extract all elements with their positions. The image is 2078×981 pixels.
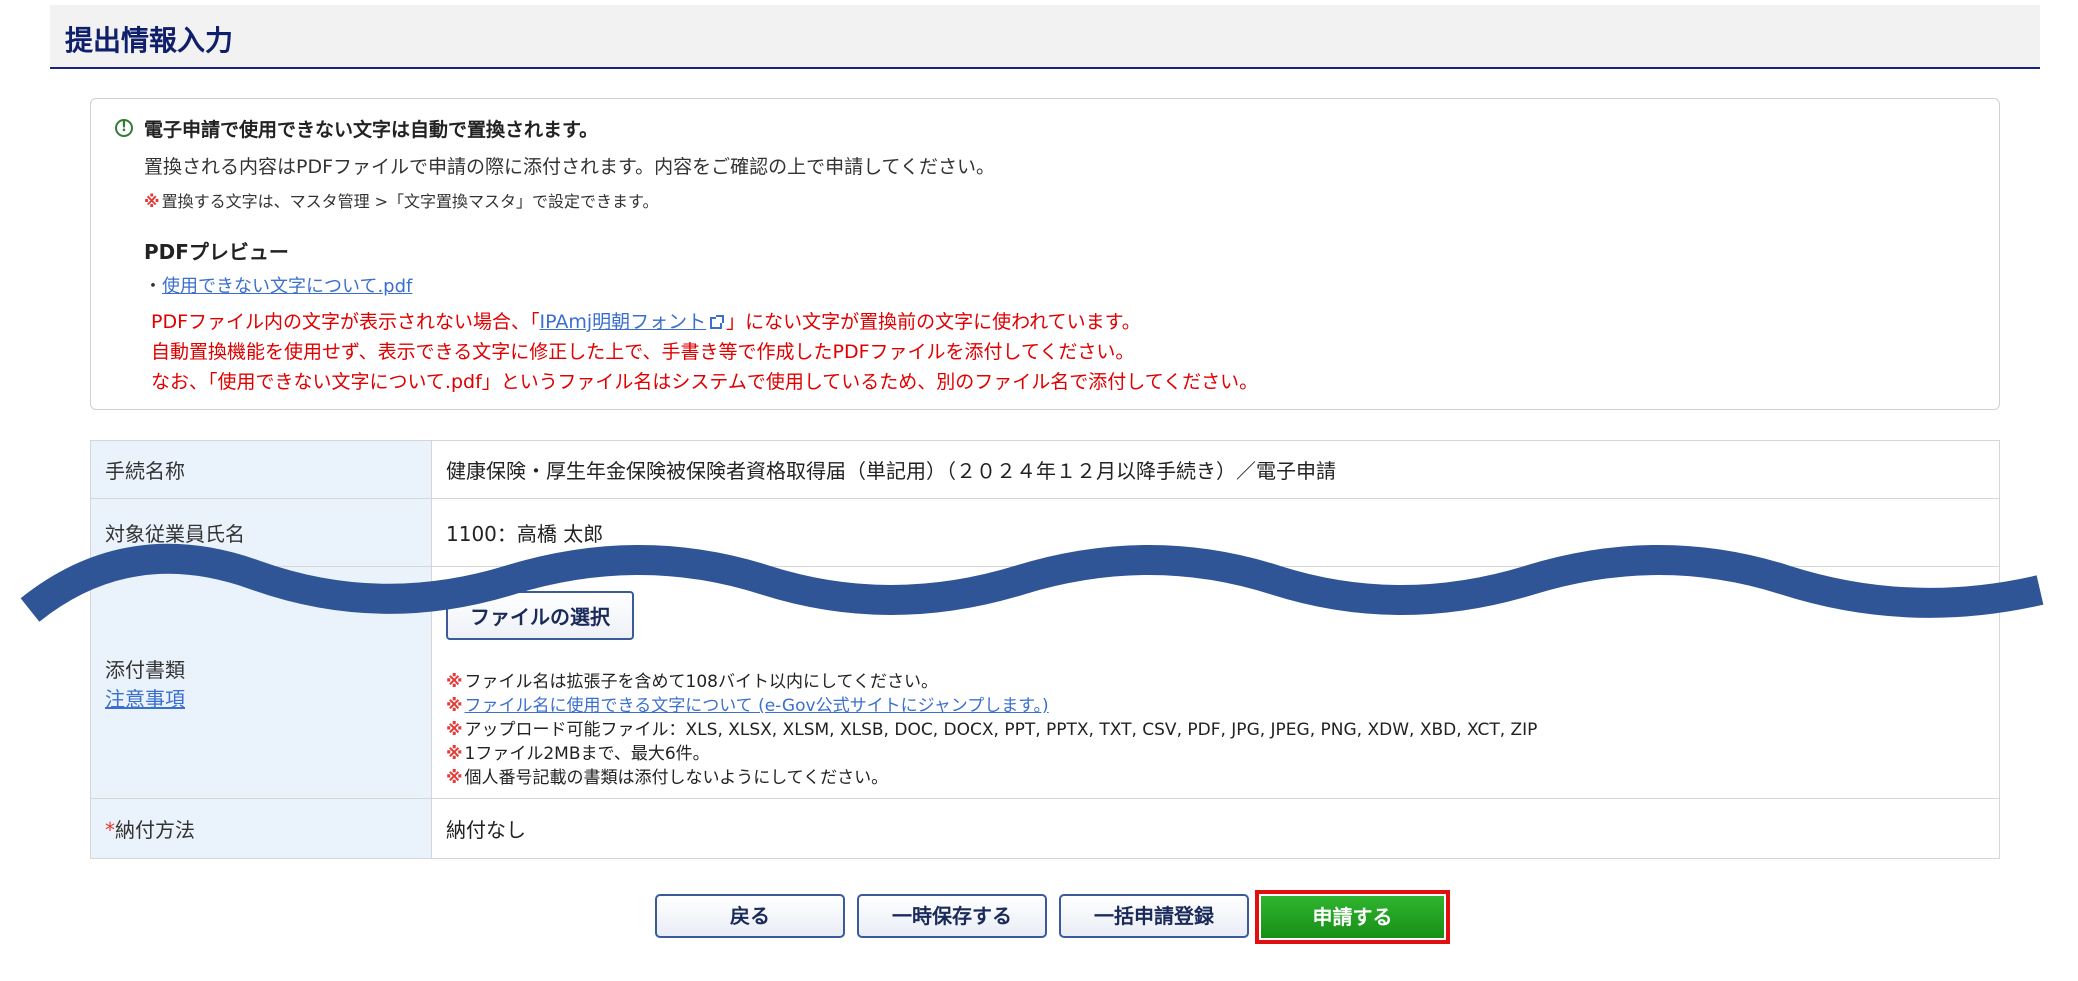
row-value-procedure: 健康保険・厚生年金保険被保険者資格取得届（単記用）（２０２４年１２月以降手続き）… [431,440,2000,499]
info-icon: ! [115,119,133,137]
required-mark: * [105,818,115,842]
back-button[interactable]: 戻る [655,894,845,938]
table-row: *納付方法 納付なし [90,798,2000,859]
note-item: ※ 1ファイル2MBまで、最大6件。 [446,742,1985,766]
notice-title: 電子申請で使用できない文字は自動で置換されます。 [144,119,599,141]
red-line-1: PDFファイル内の文字が表示されない場合、「IPAmj明朝フォント 」にない文字が… [151,307,1141,334]
note-text: アップロード可能ファイル：XLS, XLSX, XLSM, XLSB, DOC,… [464,720,1538,740]
red1-pre: PDFファイル内の文字が表示されない場合、「 [151,311,540,333]
form-table: 手続名称 健康保険・厚生年金保険被保険者資格取得届（単記用）（２０２４年１２月以… [90,440,2000,859]
external-link-icon [710,315,725,329]
table-row: 手続名称 健康保険・厚生年金保険被保険者資格取得届（単記用）（２０２４年１２月以… [90,440,2000,499]
table-row: 対象従業員氏名 1100：高橋 太郎 [90,498,2000,567]
note-mark: ※ [446,672,463,692]
note-mark: ※ [446,720,463,740]
table-row: 添付書類 注意事項 ファイルの選択 ※ ファイル名は拡張子を含めて108バイト以内… [90,566,2000,799]
row-value-employee: 1100：高橋 太郎 [431,498,2000,567]
note-text: ファイル名は拡張子を含めて108バイト以内にしてください。 [464,672,938,692]
notice-box: ! 電子申請で使用できない文字は自動で置換されます。 置換される内容はPDFファ… [90,98,2000,410]
pdf-link-row: ・使用できない文字について.pdf [144,272,412,298]
note-mark: ※ [144,192,160,211]
row-label-payment: *納付方法 [90,798,432,859]
notice-note: ※ 置換する文字は、マスタ管理 >「文字置換マスタ」で設定できます。 [144,188,658,212]
pdf-link[interactable]: 使用できない文字について.pdf [162,276,412,297]
note-item: ※ 個人番号記載の書類は添付しないようにしてください。 [446,766,1985,790]
caution-link[interactable]: 注意事項 [105,687,185,711]
file-select-button[interactable]: ファイルの選択 [446,591,634,640]
note-mark: ※ [446,768,463,788]
note-mark: ※ [446,696,463,716]
payment-label: 納付方法 [115,818,195,842]
red-line-3: なお、「使用できない文字について.pdf」というファイル名はシステムで使用してい… [151,371,1259,393]
red1-post: 」にない文字が置換前の文字に使われています。 [726,311,1141,333]
row-label-procedure: 手続名称 [90,440,432,499]
note-text: 個人番号記載の書類は添付しないようにしてください。 [464,768,889,788]
ipamj-font-link[interactable]: IPAmj明朝フォント [540,311,707,333]
attachments-label: 添付書類 [105,657,185,682]
note-item: ※ ファイル名は拡張子を含めて108バイト以内にしてください。 [446,670,1985,694]
bulk-register-button[interactable]: 一括申請登録 [1059,894,1249,938]
note-item: ※ ファイル名に使用できる文字について (e-Gov公式サイトにジャンプします。) [446,694,1985,718]
temporary-save-button[interactable]: 一時保存する [857,894,1047,938]
note-text: 置換する文字は、マスタ管理 >「文字置換マスタ」で設定できます。 [161,192,659,211]
note-item: ※ アップロード可能ファイル：XLS, XLSX, XLSM, XLSB, DOC… [446,718,1985,742]
note-mark: ※ [446,744,463,764]
page-header: 提出情報入力 [50,5,2040,69]
note-text: 1ファイル2MBまで、最大6件。 [464,744,710,764]
page-title: 提出情報入力 [65,24,234,57]
row-value-attachments: ファイルの選択 ※ ファイル名は拡張子を含めて108バイト以内にしてください。 ※… [431,566,2000,799]
row-value-payment: 納付なし [431,798,2000,859]
egov-filename-link[interactable]: ファイル名に使用できる文字について (e-Gov公式サイトにジャンプします。) [465,696,1049,716]
row-label-attachments: 添付書類 注意事項 [90,566,432,799]
submit-button-highlight[interactable]: 申請する [1255,890,1450,944]
pdf-bullet: ・ [144,276,162,297]
submit-button[interactable]: 申請する [1261,896,1444,938]
row-label-employee: 対象従業員氏名 [90,498,432,567]
file-notes: ※ ファイル名は拡張子を含めて108バイト以内にしてください。 ※ ファイル名に使用… [446,670,1985,790]
pdf-preview-heading: PDFプレビュー [144,240,289,264]
notice-text: 置換される内容はPDFファイルで申請の際に添付されます。内容をご確認の上で申請し… [144,156,995,178]
red-line-2: 自動置換機能を使用せず、表示できる文字に修正した上で、手書き等で作成したPDFフ… [151,341,1135,363]
